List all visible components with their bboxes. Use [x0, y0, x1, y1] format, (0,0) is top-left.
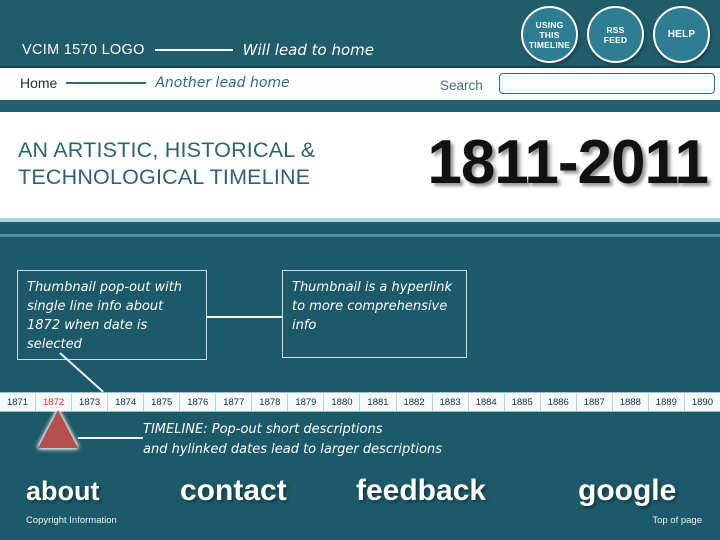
callout-thumbnail-popout: Thumbnail pop-out with single line info …	[17, 270, 207, 360]
page-title: AN ARTISTIC, HISTORICAL & TECHNOLOGICAL …	[18, 138, 316, 189]
nav-item-home[interactable]: Home	[20, 75, 57, 91]
timeline-year-1881[interactable]: 1881	[360, 393, 397, 411]
search-label: Search	[440, 78, 483, 93]
timeline-year-1890[interactable]: 1890	[685, 393, 720, 411]
footer-top-of-page-link[interactable]: Top of page	[652, 515, 702, 526]
page-root: VCIM 1570 LOGO Will lead to home USING T…	[0, 0, 720, 540]
timeline-year-1879[interactable]: 1879	[288, 393, 325, 411]
title-block: AN ARTISTIC, HISTORICAL & TECHNOLOGICAL …	[0, 112, 720, 218]
timeline-year-strip[interactable]: 1871 1872 1873 1874 1875 1876 1877 1878 1879 1880…	[0, 392, 720, 412]
timeline-description-note: TIMELINE: Pop-out short descriptions and…	[143, 422, 442, 457]
nav-lead-note: Another lead home	[155, 75, 290, 91]
timeline-year-1877[interactable]: 1877	[216, 393, 253, 411]
timeline-year-1873[interactable]: 1873	[72, 393, 109, 411]
timeline-year-1872[interactable]: 1872	[36, 393, 73, 411]
using-this-timeline-button[interactable]: USING THIS TIMELINE	[521, 6, 578, 63]
timeline-year-1886[interactable]: 1886	[541, 393, 577, 411]
timeline-year-1874[interactable]: 1874	[108, 393, 145, 411]
footer-link-google[interactable]: google	[578, 474, 676, 508]
footer-link-feedback[interactable]: feedback	[356, 474, 486, 508]
timeline-year-1889[interactable]: 1889	[649, 393, 685, 411]
timeline-year-1876[interactable]: 1876	[180, 393, 217, 411]
using-this-timeline-line-1: USING	[535, 19, 564, 30]
timeline-year-1884[interactable]: 1884	[469, 393, 505, 411]
logo-lead-connector-line	[154, 49, 233, 51]
help-button[interactable]: HELP	[653, 6, 710, 63]
using-this-timeline-line-2: THIS	[539, 29, 560, 40]
search-input[interactable]	[499, 73, 715, 94]
top-header-bar: VCIM 1570 LOGO Will lead to home USING T…	[0, 0, 720, 66]
footer-link-contact[interactable]: contact	[180, 474, 287, 508]
nav-lead-connector-line	[66, 82, 147, 84]
timeline-year-1875[interactable]: 1875	[144, 393, 181, 411]
logo-row: VCIM 1570 LOGO Will lead to home	[22, 41, 374, 59]
content-top-hairline	[0, 234, 720, 237]
rss-feed-line-1: RSS	[606, 24, 625, 35]
rss-feed-line-2: FEED	[603, 34, 628, 45]
callout-connector-line	[207, 316, 282, 318]
rss-feed-button[interactable]: RSS FEED	[587, 6, 644, 63]
timeline-year-1878[interactable]: 1878	[252, 393, 289, 411]
timeline-year-1887[interactable]: 1887	[577, 393, 613, 411]
timeline-year-1888[interactable]: 1888	[613, 393, 649, 411]
logo-lead-note: Will lead to home	[242, 41, 375, 59]
header-button-group: USING THIS TIMELINE RSS FEED HELP	[521, 6, 710, 63]
timeline-selected-marker-triangle	[38, 410, 78, 448]
nav-bottom-strip	[0, 100, 720, 112]
footer: about contact feedback google Copyright …	[0, 470, 720, 540]
callout-thumbnail-hyperlink: Thumbnail is a hyperlink to more compreh…	[282, 270, 467, 358]
timeline-year-1871[interactable]: 1871	[0, 393, 37, 411]
footer-copyright-text: Copyright Information	[26, 515, 117, 526]
using-this-timeline-line-3: TIMELINE	[528, 39, 571, 50]
timeline-note-connector-line	[78, 437, 143, 439]
timeline-year-1882[interactable]: 1882	[397, 393, 433, 411]
timeline-year-1885[interactable]: 1885	[505, 393, 541, 411]
timeline-year-1880[interactable]: 1880	[324, 393, 361, 411]
date-range-title: 1811-2011	[427, 128, 709, 197]
timeline-year-1883[interactable]: 1883	[433, 393, 469, 411]
footer-link-about[interactable]: about	[26, 476, 100, 507]
help-label: HELP	[667, 28, 696, 40]
nav-left-group: Home Another lead home	[20, 75, 290, 91]
navigation-bar: Home Another lead home Search	[0, 66, 720, 102]
site-logo[interactable]: VCIM 1570 LOGO	[22, 42, 145, 58]
